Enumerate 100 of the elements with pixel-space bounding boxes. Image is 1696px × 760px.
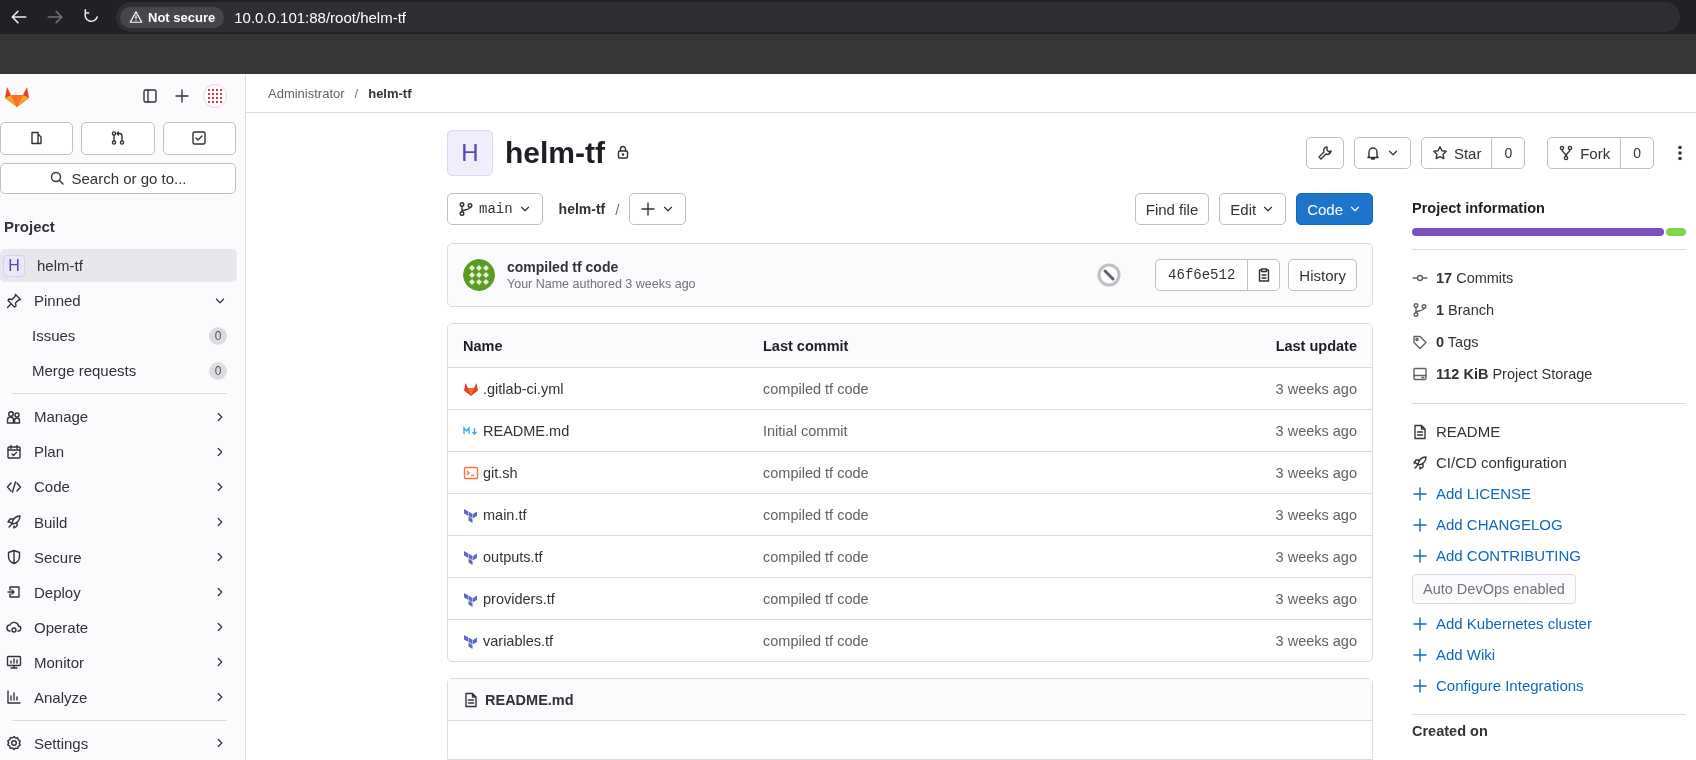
history-button[interactable]: History [1288, 259, 1357, 291]
settings-button[interactable] [1305, 137, 1344, 169]
settings-nav-item[interactable]: Settings [0, 726, 237, 760]
user-avatar-icon[interactable] [203, 84, 227, 109]
address-bar[interactable]: Not secure 10.0.0.101:88/root/helm-tf [116, 2, 1680, 32]
terraform-file-icon [463, 590, 479, 607]
breadcrumb-link[interactable]: helm-tf [368, 85, 412, 101]
nav-item[interactable]: Build [0, 505, 237, 539]
fork-icon [1558, 145, 1575, 161]
commit-sha[interactable]: 46f6e512 [1156, 260, 1248, 290]
pinned-nav-item[interactable]: Merge requests 0 [0, 354, 237, 388]
document-icon [1412, 423, 1428, 440]
info-link[interactable]: README [1436, 423, 1501, 440]
stat-link[interactable]: 0 Tags [1436, 334, 1479, 350]
pinned-nav-item[interactable]: Pinned [0, 284, 237, 318]
nav-item[interactable]: Plan [0, 435, 237, 469]
updated-cell-text: 3 weeks ago [1274, 590, 1357, 607]
branch-icon [458, 201, 474, 217]
pipeline-status-icon[interactable] [1097, 263, 1122, 287]
merge-requests-button[interactable] [81, 121, 155, 155]
auto-devops-button[interactable]: Auto DevOps enabled [1412, 574, 1576, 604]
info-link[interactable]: Add Kubernetes cluster [1436, 615, 1592, 632]
readme-title: README.md [485, 691, 574, 708]
info-link[interactable]: CI/CD configuration [1436, 454, 1567, 471]
todo-button[interactable] [162, 121, 236, 155]
info-link[interactable]: Configure Integrations [1436, 677, 1584, 694]
notifications-button[interactable] [1353, 137, 1411, 169]
updated-cell-text: 3 weeks ago [1274, 380, 1357, 397]
search-icon [49, 170, 66, 187]
plus-icon [1412, 615, 1428, 632]
info-link[interactable]: Add CHANGELOG [1436, 516, 1563, 533]
wrench-icon [1316, 145, 1333, 161]
issues-button[interactable] [0, 121, 74, 155]
updated-cell-text: 3 weeks ago [1274, 422, 1357, 439]
file-link[interactable]: git.sh [463, 464, 763, 481]
terraform-file-icon [463, 548, 479, 565]
commit-link[interactable]: compiled tf code [763, 506, 869, 523]
plus-icon [640, 201, 657, 217]
bell-icon [1364, 145, 1381, 161]
file-link[interactable]: main.tf [463, 506, 763, 523]
breadcrumb-separator: / [354, 85, 359, 101]
stat-link[interactable]: 17 Commits [1436, 270, 1514, 286]
stat-link[interactable]: 112 KiB Project Storage [1436, 366, 1593, 382]
fork-button[interactable]: Fork [1548, 138, 1621, 168]
info-link[interactable]: Add CONTRIBUTING [1436, 547, 1582, 564]
nav-item[interactable]: Monitor [0, 645, 237, 679]
plus-icon [1412, 547, 1428, 564]
commit-link[interactable]: compiled tf code [763, 464, 869, 481]
cloud-gear-icon [6, 619, 22, 636]
edit-button[interactable]: Edit [1219, 193, 1287, 225]
find-file-button[interactable]: Find file [1134, 193, 1210, 225]
commit-link[interactable]: compiled tf code [763, 548, 869, 565]
file-link[interactable]: providers.tf [463, 590, 763, 607]
info-link[interactable]: Add Wiki [1436, 646, 1496, 663]
plus-icon [1412, 646, 1428, 663]
code-button[interactable]: Code [1296, 193, 1373, 225]
settings-icon [6, 735, 22, 752]
rocket-icon [1412, 454, 1428, 471]
project-avatar: H [3, 254, 25, 277]
file-link[interactable]: .gitlab-ci.yml [463, 380, 763, 397]
terraform-file-icon [463, 506, 479, 523]
updated-cell-text: 3 weeks ago [1274, 506, 1357, 523]
search-button[interactable]: Search or go to... [0, 162, 236, 194]
path-link[interactable]: helm-tf [558, 201, 606, 217]
column-header: Name [463, 337, 504, 354]
file-link[interactable]: README.md [463, 422, 763, 439]
deploy-icon [6, 584, 22, 601]
document-icon [463, 691, 479, 708]
nav-item[interactable]: Deploy [0, 575, 237, 609]
nav-item[interactable]: Manage [0, 400, 237, 434]
star-button[interactable]: Star [1421, 138, 1492, 168]
markdown-file-icon [463, 425, 479, 436]
stat-link[interactable]: 1 Branch [1436, 302, 1495, 318]
nav-item[interactable]: Analyze [0, 680, 237, 714]
file-link[interactable]: variables.tf [463, 632, 763, 649]
bar-chart-icon [6, 689, 22, 706]
commit-link[interactable]: compiled tf code [763, 380, 869, 397]
star-button-group[interactable]: Star 0 [1420, 137, 1526, 169]
commit-title-link[interactable]: compiled tf code [507, 259, 696, 275]
commit-link[interactable]: Initial commit [763, 422, 848, 439]
path-separator: / [615, 200, 620, 218]
project-nav-item[interactable]: H helm-tf [0, 249, 237, 283]
commit-link[interactable]: compiled tf code [763, 632, 869, 649]
branch-selector[interactable]: main [447, 193, 543, 225]
info-link[interactable]: Add LICENSE [1436, 485, 1532, 502]
file-link[interactable]: outputs.tf [463, 548, 763, 565]
add-dropdown-button[interactable] [629, 193, 687, 225]
star-icon [1431, 145, 1448, 161]
nav-item[interactable]: Secure [0, 540, 237, 574]
rocket-icon [6, 514, 22, 531]
fork-button-group[interactable]: Fork 0 [1547, 137, 1654, 169]
panel-heading: Project information [1412, 199, 1546, 216]
security-chip[interactable]: Not secure [120, 6, 225, 28]
commit-link[interactable]: compiled tf code [763, 590, 869, 607]
column-header: Last update [1274, 337, 1357, 354]
nav-item[interactable]: Operate [0, 610, 237, 644]
issue-icon [28, 130, 45, 147]
nav-item[interactable]: Code [0, 470, 237, 504]
breadcrumb-link[interactable]: Administrator [268, 85, 345, 101]
pinned-nav-item[interactable]: Issues 0 [0, 319, 237, 353]
